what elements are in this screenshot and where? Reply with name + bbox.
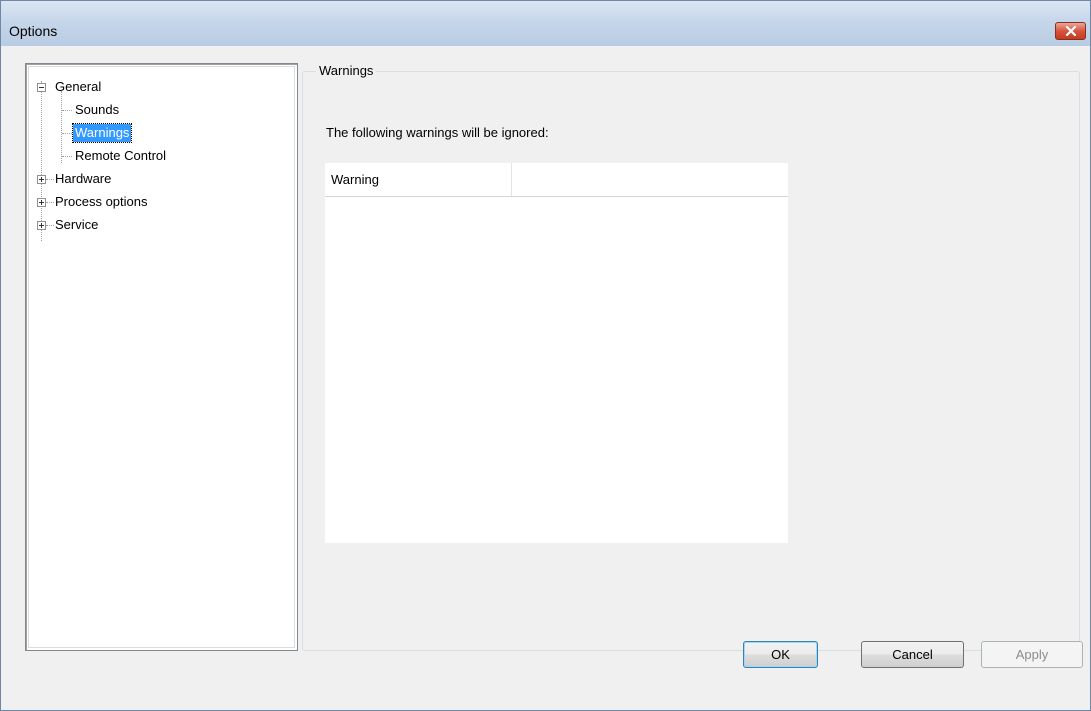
tree-connector (61, 91, 62, 163)
category-tree[interactable]: General Sounds Warnings Remote Control H… (25, 63, 298, 651)
apply-button[interactable]: Apply (981, 641, 1083, 668)
ok-button[interactable]: OK (743, 641, 818, 668)
cancel-button[interactable]: Cancel (861, 641, 964, 668)
expand-hardware-icon[interactable] (37, 175, 46, 184)
plus-icon (39, 177, 44, 182)
column-header-warning[interactable]: Warning (325, 163, 511, 196)
expand-process-options-icon[interactable] (37, 198, 46, 207)
ignored-warnings-list[interactable]: Warning (325, 163, 788, 543)
tree-connector (62, 110, 72, 111)
plus-icon (39, 223, 44, 228)
options-dialog: Options General Sounds Warnings Remote C… (0, 0, 1091, 711)
tree-connector (62, 156, 72, 157)
tree-inner: General Sounds Warnings Remote Control H… (28, 66, 295, 648)
tree-item-hardware[interactable]: Hardware (53, 170, 113, 188)
tree-item-process-options[interactable]: Process options (53, 193, 150, 211)
dialog-body: General Sounds Warnings Remote Control H… (9, 47, 1084, 704)
column-header-empty[interactable] (512, 163, 788, 196)
window-title: Options (9, 23, 58, 39)
warnings-intro-text: The following warnings will be ignored: (326, 125, 549, 140)
tree-connector (62, 133, 72, 134)
tree-item-general[interactable]: General (53, 78, 103, 96)
tree-item-warnings[interactable]: Warnings (71, 123, 133, 143)
title-bar[interactable]: Options (1, 1, 1090, 46)
tree-item-remote-control[interactable]: Remote Control (73, 147, 168, 165)
tree-item-sounds[interactable]: Sounds (73, 101, 121, 119)
close-icon (1065, 26, 1076, 36)
close-button[interactable] (1055, 22, 1086, 40)
expand-service-icon[interactable] (37, 221, 46, 230)
tree-item-service[interactable]: Service (53, 216, 100, 234)
collapse-general-icon[interactable] (37, 83, 46, 92)
groupbox-title: Warnings (316, 63, 377, 78)
list-header: Warning (325, 163, 788, 197)
plus-icon (39, 200, 44, 205)
minus-icon (39, 87, 44, 88)
tree-connector (41, 81, 42, 241)
